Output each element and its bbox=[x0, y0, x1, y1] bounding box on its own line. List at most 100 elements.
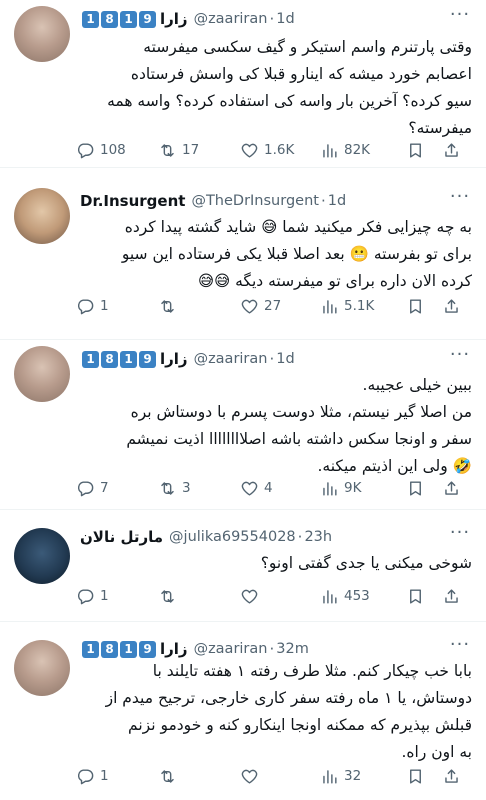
tweet[interactable]: 1819 زارا @zaariran · 1d ··· وقتی پارتنر… bbox=[0, 0, 486, 168]
bookmark-button[interactable] bbox=[406, 587, 442, 606]
views-button[interactable]: 453 bbox=[320, 587, 406, 606]
reply-button[interactable]: 108 bbox=[76, 141, 158, 160]
retweet-button[interactable]: 17 bbox=[158, 141, 240, 160]
timestamp[interactable]: 32m bbox=[276, 641, 309, 657]
retweet-icon bbox=[161, 143, 174, 157]
like-button[interactable]: 27 bbox=[240, 297, 320, 316]
user-handle[interactable]: @julika69554028 bbox=[169, 529, 296, 545]
bookmark-icon bbox=[410, 298, 421, 314]
bookmark-button[interactable] bbox=[406, 767, 442, 786]
timestamp[interactable]: 23h bbox=[304, 529, 332, 545]
views-icon bbox=[323, 481, 337, 496]
display-name[interactable]: مارتل نالان bbox=[80, 528, 163, 546]
tweet[interactable]: 1819 زارا @zaariran · 1d ··· ببین خیلی ع… bbox=[0, 340, 486, 510]
bookmark-icon bbox=[410, 588, 421, 604]
heart-icon bbox=[241, 299, 258, 314]
reply-icon bbox=[77, 480, 94, 496]
reply-button[interactable]: 7 bbox=[76, 479, 158, 498]
views-button[interactable]: 9K bbox=[320, 479, 406, 498]
number-badge: 1 bbox=[120, 350, 137, 368]
avatar[interactable] bbox=[14, 528, 70, 584]
avatar[interactable] bbox=[14, 640, 70, 696]
view-count: 5.1K bbox=[344, 298, 375, 314]
action-bar: 7 3 4 9K bbox=[76, 476, 476, 500]
user-handle[interactable]: @zaariran bbox=[194, 641, 268, 657]
reply-icon bbox=[77, 298, 94, 314]
views-button[interactable]: 82K bbox=[320, 141, 406, 160]
reply-count: 1 bbox=[100, 768, 109, 784]
avatar[interactable] bbox=[14, 346, 70, 402]
reply-button[interactable]: 1 bbox=[76, 297, 158, 316]
number-badges: 1819 bbox=[80, 350, 156, 368]
heart-icon bbox=[241, 589, 258, 604]
like-button[interactable]: 1.6K bbox=[240, 141, 320, 160]
views-icon bbox=[323, 299, 337, 314]
reply-icon bbox=[77, 142, 94, 158]
share-button[interactable] bbox=[442, 587, 466, 606]
display-name[interactable]: زارا bbox=[160, 350, 188, 368]
tweet-header: 1819 زارا @zaariran · 1d bbox=[80, 348, 295, 370]
tweet-header: 1819 زارا @zaariran · 1d bbox=[80, 8, 295, 30]
number-badge: 8 bbox=[101, 640, 118, 658]
tweet[interactable]: 1819 زارا @zaariran · 32m ··· بابا خب چی… bbox=[0, 622, 486, 800]
timestamp[interactable]: 1d bbox=[276, 11, 294, 27]
share-button[interactable] bbox=[442, 479, 466, 498]
bookmark-button[interactable] bbox=[406, 479, 442, 498]
like-count: 27 bbox=[264, 298, 282, 314]
retweet-button[interactable] bbox=[158, 767, 240, 786]
display-name[interactable]: Dr.Insurgent bbox=[80, 192, 185, 210]
retweet-button[interactable] bbox=[158, 587, 240, 606]
retweet-count: 17 bbox=[182, 142, 200, 158]
avatar[interactable] bbox=[14, 188, 70, 244]
heart-icon bbox=[241, 481, 258, 496]
view-count: 453 bbox=[344, 588, 370, 604]
display-name[interactable]: زارا bbox=[160, 10, 188, 28]
share-button[interactable] bbox=[442, 767, 466, 786]
bookmark-button[interactable] bbox=[406, 297, 442, 316]
reply-count: 7 bbox=[100, 480, 109, 496]
tweet-header: مارتل نالان @julika69554028 · 23h bbox=[80, 528, 333, 546]
number-badge: 1 bbox=[82, 350, 99, 368]
like-button[interactable]: 4 bbox=[240, 479, 320, 498]
retweet-icon bbox=[161, 589, 174, 603]
bookmark-button[interactable] bbox=[406, 141, 442, 160]
retweet-button[interactable] bbox=[158, 297, 240, 316]
more-icon[interactable]: ··· bbox=[448, 346, 472, 368]
tweet[interactable]: مارتل نالان @julika69554028 · 23h ··· شو… bbox=[0, 510, 486, 622]
avatar[interactable] bbox=[14, 6, 70, 62]
like-button[interactable] bbox=[240, 587, 320, 606]
tweet-text: وقتی پارتنرم واسم استیکر و گیف سکسی میفر… bbox=[107, 38, 472, 137]
reply-button[interactable]: 1 bbox=[76, 767, 158, 786]
retweet-icon bbox=[161, 769, 174, 783]
user-handle[interactable]: @zaariran bbox=[194, 11, 268, 27]
view-count: 9K bbox=[344, 480, 362, 496]
timestamp[interactable]: 1d bbox=[276, 351, 294, 367]
retweet-button[interactable]: 3 bbox=[158, 479, 240, 498]
views-button[interactable]: 32 bbox=[320, 767, 406, 786]
action-bar: 1 453 bbox=[76, 584, 476, 608]
views-button[interactable]: 5.1K bbox=[320, 297, 406, 316]
user-handle[interactable]: @zaariran bbox=[194, 351, 268, 367]
tweet[interactable]: Dr.Insurgent @TheDrInsurgent · 1d ··· به… bbox=[0, 180, 486, 340]
like-button[interactable] bbox=[240, 767, 320, 786]
number-badges: 1819 bbox=[80, 640, 156, 658]
display-name[interactable]: زارا bbox=[160, 640, 188, 658]
more-icon[interactable]: ··· bbox=[448, 524, 472, 546]
timestamp[interactable]: 1d bbox=[328, 193, 346, 209]
views-icon bbox=[323, 769, 337, 784]
share-button[interactable] bbox=[442, 297, 466, 316]
more-icon[interactable]: ··· bbox=[448, 188, 472, 210]
more-icon[interactable]: ··· bbox=[448, 6, 472, 28]
view-count: 82K bbox=[344, 142, 371, 158]
views-icon bbox=[323, 589, 337, 604]
heart-icon bbox=[241, 143, 258, 158]
user-handle[interactable]: @TheDrInsurgent bbox=[191, 193, 319, 209]
reply-icon bbox=[77, 588, 94, 604]
share-button[interactable] bbox=[442, 141, 466, 160]
more-icon[interactable]: ··· bbox=[448, 636, 472, 658]
view-count: 32 bbox=[344, 768, 362, 784]
reply-button[interactable]: 1 bbox=[76, 587, 158, 606]
reply-count: 108 bbox=[100, 142, 126, 158]
tweet-header: Dr.Insurgent @TheDrInsurgent · 1d bbox=[80, 192, 347, 210]
bookmark-icon bbox=[410, 480, 421, 496]
